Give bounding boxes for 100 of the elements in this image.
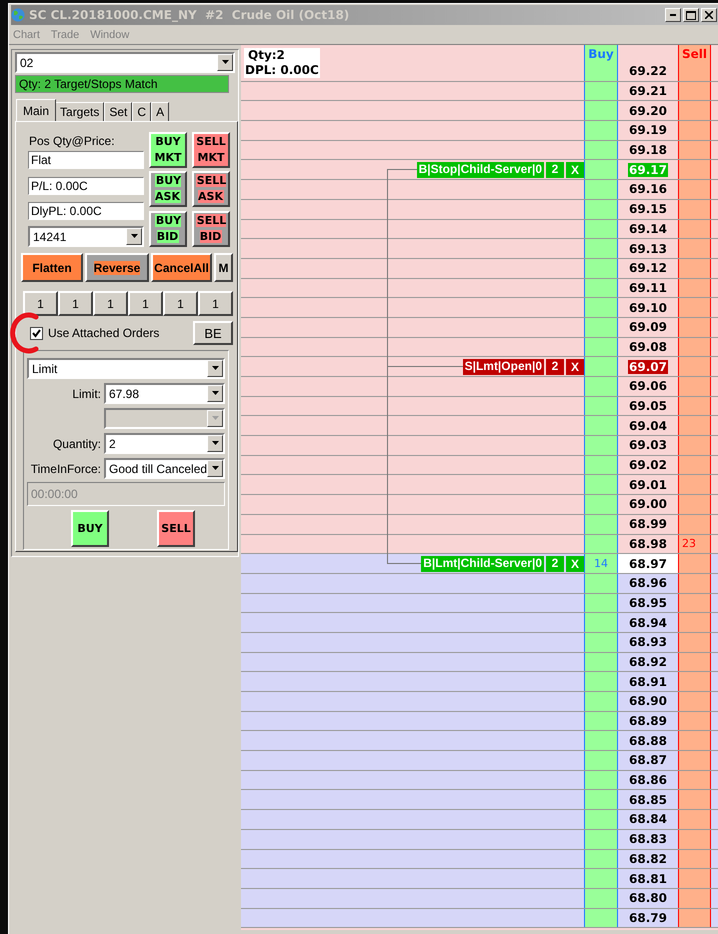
ask-size-cell[interactable] <box>678 436 711 455</box>
price-cell[interactable]: 68.99 <box>618 514 678 534</box>
bid-size-cell[interactable] <box>584 239 618 258</box>
bid-size-cell[interactable] <box>584 62 618 81</box>
price-cell[interactable]: 68.86 <box>618 770 678 790</box>
bid-size-cell[interactable] <box>584 258 618 278</box>
price-cell[interactable]: 68.91 <box>618 672 678 691</box>
ask-size-cell[interactable] <box>678 298 711 317</box>
price-cell[interactable]: 68.80 <box>618 888 678 908</box>
minimize-button[interactable] <box>665 8 681 22</box>
price-order-button[interactable]: BUY ASK <box>149 171 187 208</box>
price-cell[interactable]: 69.10 <box>618 298 678 317</box>
dropdown-arrow-icon[interactable] <box>210 366 220 371</box>
ask-size-cell[interactable] <box>678 396 711 416</box>
ask-size-cell[interactable] <box>678 850 711 868</box>
ask-size-cell[interactable] <box>678 731 711 750</box>
ask-size-cell[interactable] <box>678 475 711 494</box>
bid-size-cell[interactable] <box>584 101 618 120</box>
bid-size-cell[interactable] <box>584 318 618 337</box>
price-order-button[interactable]: BUY BID <box>149 210 187 247</box>
price-cell[interactable]: 69.14 <box>618 220 678 238</box>
ask-size-cell[interactable] <box>678 908 711 928</box>
ask-size-cell[interactable] <box>678 869 711 888</box>
quantity-preset-button[interactable]: 1 <box>128 291 163 316</box>
price-cell[interactable]: 68.88 <box>618 731 678 750</box>
combo-field[interactable]: 67.98 <box>104 383 225 404</box>
flatten-button[interactable]: Flatten <box>21 253 83 282</box>
bid-size-cell[interactable] <box>584 790 618 810</box>
market-order-button[interactable]: SELL MKT <box>192 132 230 168</box>
account-combo[interactable]: 02 <box>15 52 235 73</box>
ask-size-cell[interactable] <box>678 278 711 298</box>
bid-size-cell[interactable] <box>584 180 618 199</box>
bid-size-cell[interactable] <box>584 731 618 750</box>
price-cell[interactable]: 68.93 <box>618 632 678 652</box>
ask-size-cell[interactable] <box>678 62 711 81</box>
quantity-preset-button[interactable]: 1 <box>198 291 233 316</box>
quantity-preset-button[interactable]: 1 <box>163 291 198 316</box>
ask-size-cell[interactable] <box>678 888 711 908</box>
ask-size-cell[interactable] <box>678 751 711 770</box>
bid-size-cell[interactable] <box>584 908 618 928</box>
price-cell[interactable]: 69.12 <box>618 258 678 278</box>
order-label[interactable]: S|Lmt|Open|0 <box>462 358 544 375</box>
ask-size-cell[interactable] <box>678 121 711 140</box>
combo-field[interactable]: 2 <box>104 433 225 454</box>
price-cell[interactable]: 68.85 <box>618 790 678 810</box>
order-quantity[interactable]: 2 <box>546 358 564 375</box>
bid-size-cell[interactable] <box>584 534 618 554</box>
price-cell[interactable]: 68.98 <box>618 534 678 554</box>
ask-size-cell[interactable] <box>678 514 711 534</box>
price-cell[interactable]: 69.09 <box>618 318 678 337</box>
price-cell[interactable]: 69.04 <box>618 416 678 436</box>
price-cell[interactable]: 69.06 <box>618 377 678 396</box>
price-cell[interactable]: 69.11 <box>618 278 678 298</box>
bid-size-cell[interactable] <box>584 278 618 298</box>
price-cell[interactable]: 68.83 <box>618 830 678 848</box>
quantity-preset-button[interactable]: 1 <box>58 291 93 316</box>
checkbox-label[interactable]: Use Attached Orders <box>48 326 160 340</box>
ask-size-cell[interactable] <box>678 200 711 218</box>
bid-size-cell[interactable] <box>584 456 618 474</box>
ask-size-cell[interactable] <box>678 180 711 199</box>
ask-size-cell[interactable] <box>678 790 711 810</box>
dropdown-arrow-icon[interactable] <box>210 441 220 446</box>
reverse-button[interactable]: Reverse <box>85 253 149 282</box>
breakeven-button[interactable]: BE <box>193 321 233 345</box>
bid-size-cell[interactable] <box>584 888 618 908</box>
ask-size-cell[interactable] <box>678 692 711 711</box>
ask-size-cell[interactable] <box>678 416 711 436</box>
price-cell[interactable]: 69.21 <box>618 82 678 100</box>
price-order-button[interactable]: SELL ASK <box>192 171 230 208</box>
checkbox[interactable] <box>30 326 43 340</box>
quantity-combo[interactable]: 14241 <box>28 226 144 247</box>
combo-field[interactable]: Good till Canceled <box>104 458 225 479</box>
bid-size-cell[interactable] <box>584 298 618 317</box>
bid-size-cell[interactable] <box>584 672 618 691</box>
ask-size-cell[interactable] <box>678 82 711 100</box>
ask-size-cell[interactable] <box>678 712 711 730</box>
tab[interactable]: Main <box>16 99 56 121</box>
ask-size-cell[interactable] <box>678 672 711 691</box>
bid-size-cell[interactable] <box>584 751 618 770</box>
ask-size-cell[interactable] <box>678 456 711 474</box>
bid-size-cell[interactable] <box>584 514 618 534</box>
bid-size-cell[interactable] <box>584 810 618 829</box>
bid-size-cell[interactable] <box>584 830 618 848</box>
cancel-order-button[interactable]: X <box>566 358 584 375</box>
price-order-button[interactable]: SELL BID <box>192 210 230 247</box>
price-cell[interactable]: 69.08 <box>618 338 678 356</box>
price-cell[interactable]: 68.97 <box>618 554 678 573</box>
price-cell[interactable]: 69.01 <box>618 475 678 494</box>
price-cell[interactable]: 68.95 <box>618 594 678 612</box>
ask-size-cell[interactable] <box>678 338 711 356</box>
ask-size-cell[interactable] <box>678 357 711 376</box>
ask-size-cell[interactable] <box>678 613 711 632</box>
bid-size-cell[interactable] <box>584 396 618 416</box>
ask-size-cell[interactable] <box>678 318 711 337</box>
ask-size-cell[interactable] <box>678 377 711 396</box>
quantity-preset-button[interactable]: 1 <box>93 291 128 316</box>
bid-size-cell[interactable] <box>584 613 618 632</box>
bid-size-cell[interactable] <box>584 869 618 888</box>
price-cell[interactable]: 68.96 <box>618 574 678 593</box>
ask-size-cell[interactable] <box>678 632 711 652</box>
